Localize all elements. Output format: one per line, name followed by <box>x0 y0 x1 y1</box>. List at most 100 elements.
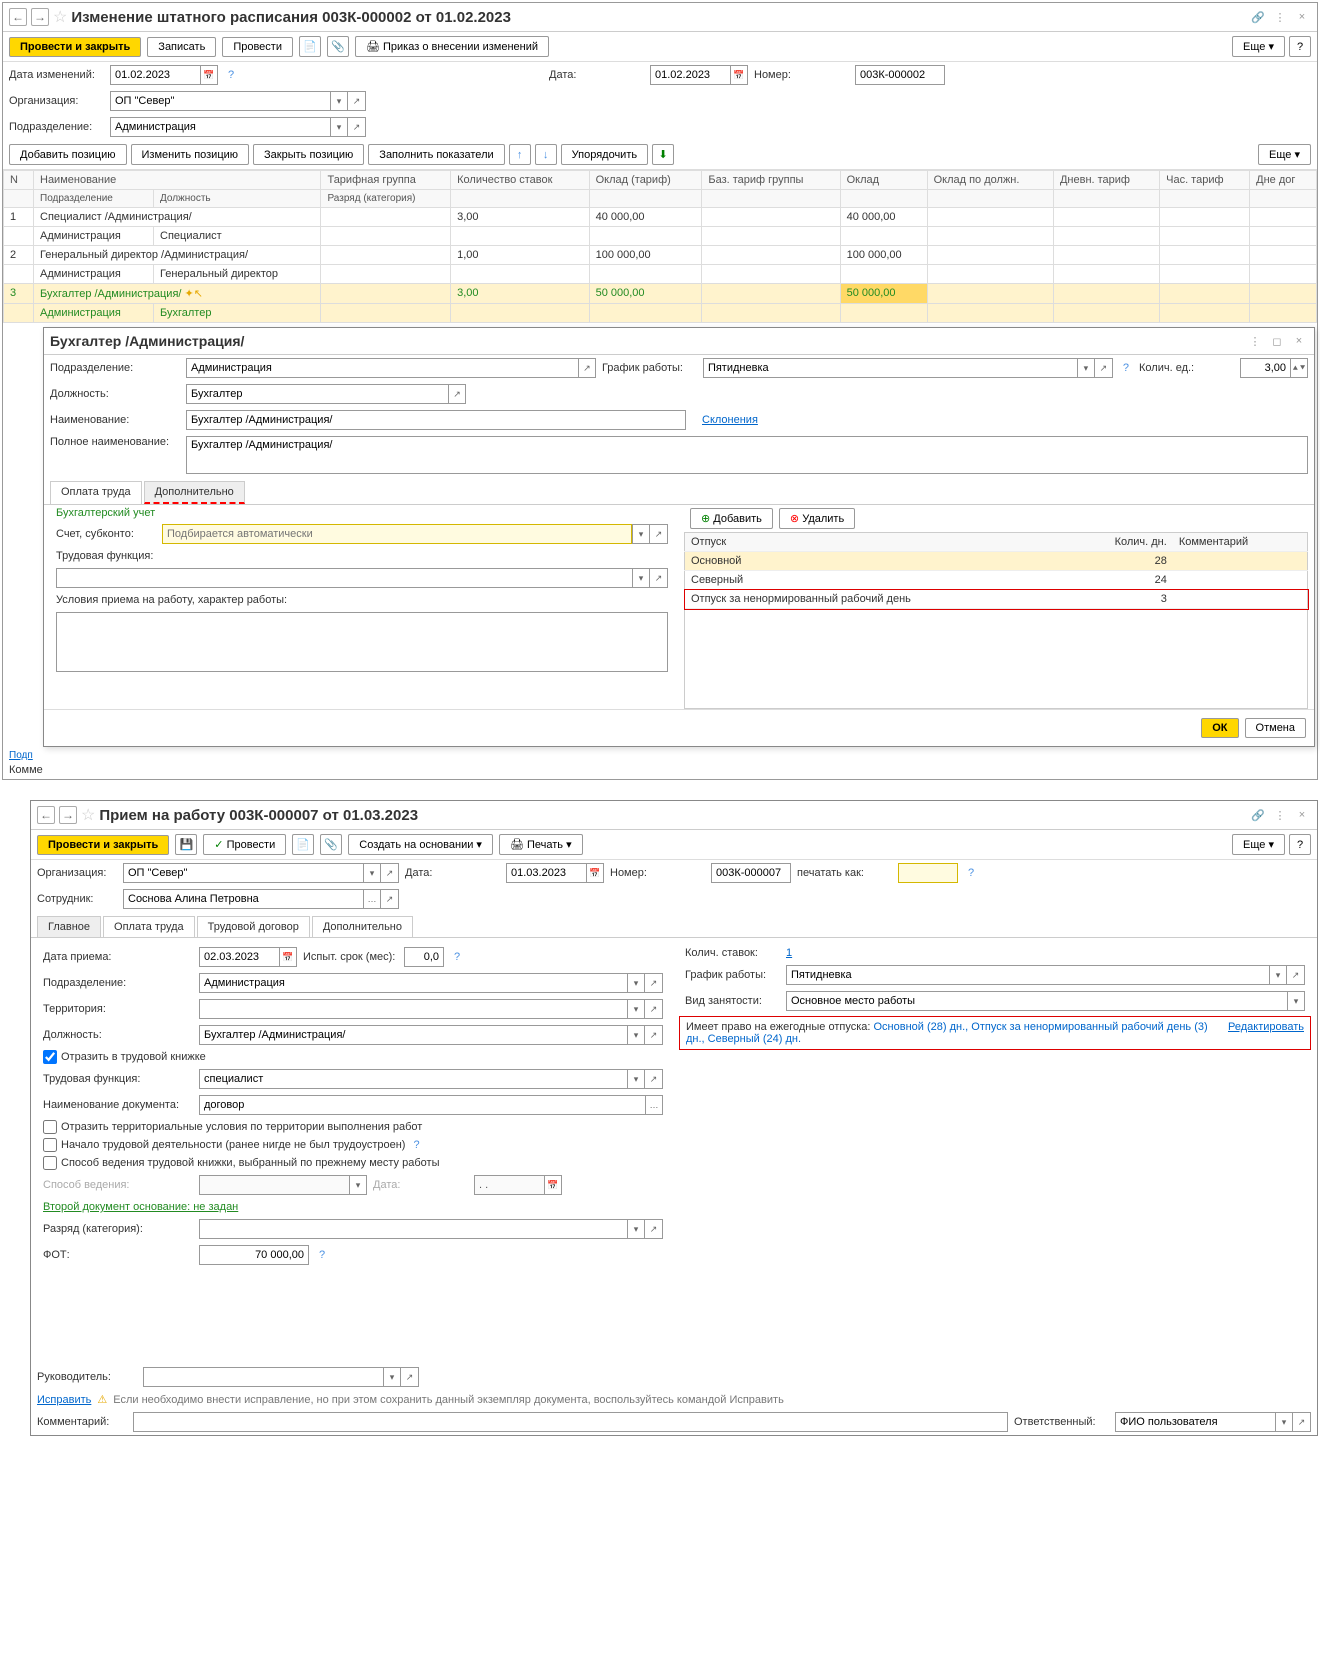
close-icon[interactable]: × <box>1293 8 1311 26</box>
dropdown-icon[interactable]: ▾ <box>383 1367 401 1387</box>
dropdown-icon[interactable]: ▾ <box>632 524 650 544</box>
help-button[interactable]: ? <box>1289 36 1311 57</box>
dropdown-icon[interactable]: ▾ <box>627 999 645 1019</box>
open-icon[interactable]: ↗ <box>348 91 366 111</box>
table-row[interactable]: Отпуск за ненормированный рабочий день3 <box>685 590 1308 609</box>
table-row-selected[interactable]: Администрация Бухгалтер <box>4 304 1317 323</box>
more-icon[interactable]: ⋮ <box>1271 8 1289 26</box>
dept-input[interactable] <box>199 973 627 993</box>
open-icon[interactable]: ↗ <box>645 1069 663 1089</box>
dropdown-icon[interactable]: ▾ <box>627 1025 645 1045</box>
cancel-button[interactable]: Отмена <box>1245 718 1306 738</box>
dropdown-icon[interactable]: ▾ <box>1275 1412 1293 1432</box>
nav-back-button[interactable]: ← <box>9 8 27 26</box>
post-button[interactable]: ✓ Провести <box>203 834 286 855</box>
table-row[interactable]: Администрация Генеральный директор <box>4 265 1317 284</box>
open-icon[interactable]: ↗ <box>448 384 466 404</box>
attach-icon[interactable]: 📎 <box>327 36 349 57</box>
help-icon[interactable]: ? <box>964 867 978 879</box>
book-method-checkbox[interactable] <box>43 1156 57 1170</box>
units-input[interactable] <box>1240 358 1290 378</box>
table-row[interactable]: 2 Генеральный директор /Администрация/ 1… <box>4 246 1317 265</box>
create-based-button[interactable]: Создать на основании ▾ <box>348 834 493 855</box>
open-icon[interactable]: ↗ <box>1287 965 1305 985</box>
close-position-button[interactable]: Закрыть позицию <box>253 144 364 165</box>
open-icon[interactable]: ↗ <box>381 889 399 909</box>
doc-name-input[interactable] <box>199 1095 645 1115</box>
move-up-icon[interactable]: ↑ <box>509 144 531 165</box>
responsible-input[interactable] <box>1115 1412 1275 1432</box>
date-input[interactable] <box>650 65 730 85</box>
calendar-icon[interactable]: 📅 <box>200 65 218 85</box>
more-button[interactable]: Еще ▾ <box>1258 144 1311 165</box>
comment-input[interactable] <box>133 1412 1008 1432</box>
org-input[interactable] <box>110 91 330 111</box>
dropdown-icon[interactable]: ▾ <box>627 1219 645 1239</box>
tab-extra[interactable]: Дополнительно <box>144 481 245 504</box>
work-func-input[interactable] <box>199 1069 627 1089</box>
open-icon[interactable]: ↗ <box>645 973 663 993</box>
open-icon[interactable]: ↗ <box>381 863 399 883</box>
open-icon[interactable]: ↗ <box>1293 1412 1311 1432</box>
declension-link[interactable]: Склонения <box>702 414 758 426</box>
attach-icon[interactable]: 📎 <box>320 834 342 855</box>
export-icon[interactable]: ⬇ <box>652 144 674 165</box>
post-button[interactable]: Провести <box>222 37 293 57</box>
open-icon[interactable]: ↗ <box>348 117 366 137</box>
second-doc-link[interactable]: Второй документ основание: не задан <box>43 1201 238 1213</box>
link-icon[interactable]: 🔗 <box>1249 8 1267 26</box>
more-icon[interactable]: ⋮ <box>1246 332 1264 350</box>
dept-input[interactable] <box>110 117 330 137</box>
table-row[interactable]: 1 Специалист /Администрация/ 3,00 40 000… <box>4 208 1317 227</box>
more-icon[interactable]: ⋮ <box>1271 806 1289 824</box>
fix-link[interactable]: Исправить <box>37 1394 91 1406</box>
save-button[interactable]: Записать <box>147 37 216 57</box>
emp-type-input[interactable] <box>786 991 1287 1011</box>
select-icon[interactable]: … <box>645 1095 663 1115</box>
favorite-star-icon[interactable]: ☆ <box>81 805 95 825</box>
number-input[interactable] <box>855 65 945 85</box>
post-and-close-button[interactable]: Провести и закрыть <box>37 835 169 855</box>
sort-button[interactable]: Упорядочить <box>561 144 648 165</box>
add-position-button[interactable]: Добавить позицию <box>9 144 127 165</box>
calendar-icon[interactable]: 📅 <box>279 947 297 967</box>
favorite-star-icon[interactable]: ☆ <box>53 7 67 27</box>
move-down-icon[interactable]: ↓ <box>535 144 557 165</box>
number-input[interactable] <box>711 863 791 883</box>
tab-pay[interactable]: Оплата труда <box>103 916 195 937</box>
date-input[interactable] <box>506 863 586 883</box>
rate-link[interactable]: 1 <box>786 947 792 959</box>
table-row[interactable]: Северный24 <box>685 571 1308 590</box>
nav-back-button[interactable]: ← <box>37 806 55 824</box>
dropdown-icon[interactable]: ▾ <box>330 117 348 137</box>
print-button[interactable]: 🖨 Печать ▾ <box>499 834 583 855</box>
trial-input[interactable] <box>404 947 444 967</box>
dropdown-icon[interactable]: ▾ <box>627 1069 645 1089</box>
edit-position-button[interactable]: Изменить позицию <box>131 144 250 165</box>
close-icon[interactable]: × <box>1290 332 1308 350</box>
dropdown-icon[interactable]: ▾ <box>627 973 645 993</box>
table-row[interactable]: Администрация Специалист <box>4 227 1317 246</box>
print-as-input[interactable] <box>898 863 958 883</box>
open-icon[interactable]: ↗ <box>401 1367 419 1387</box>
terr-cond-checkbox[interactable] <box>43 1120 57 1134</box>
schedule-input[interactable] <box>786 965 1269 985</box>
nav-forward-button[interactable]: → <box>59 806 77 824</box>
tab-main[interactable]: Главное <box>37 916 101 937</box>
fill-indicators-button[interactable]: Заполнить показатели <box>368 144 504 165</box>
fot-input[interactable] <box>199 1245 309 1265</box>
podl-link[interactable]: Подп <box>3 750 33 761</box>
dropdown-icon[interactable]: ▾ <box>330 91 348 111</box>
open-icon[interactable]: ↗ <box>645 999 663 1019</box>
position-input[interactable] <box>186 384 448 404</box>
maximize-icon[interactable]: ◻ <box>1268 332 1286 350</box>
add-vacation-button[interactable]: ⊕ Добавить <box>690 508 773 529</box>
open-icon[interactable]: ↗ <box>650 524 668 544</box>
more-button[interactable]: Еще ▾ <box>1232 834 1285 855</box>
report-icon[interactable]: 📄 <box>292 834 314 855</box>
dropdown-icon[interactable]: ▾ <box>363 863 381 883</box>
edit-link[interactable]: Редактировать <box>1228 1021 1304 1033</box>
help-icon[interactable]: ? <box>409 1139 423 1151</box>
employee-input[interactable] <box>123 889 363 909</box>
conditions-input[interactable] <box>56 612 668 672</box>
